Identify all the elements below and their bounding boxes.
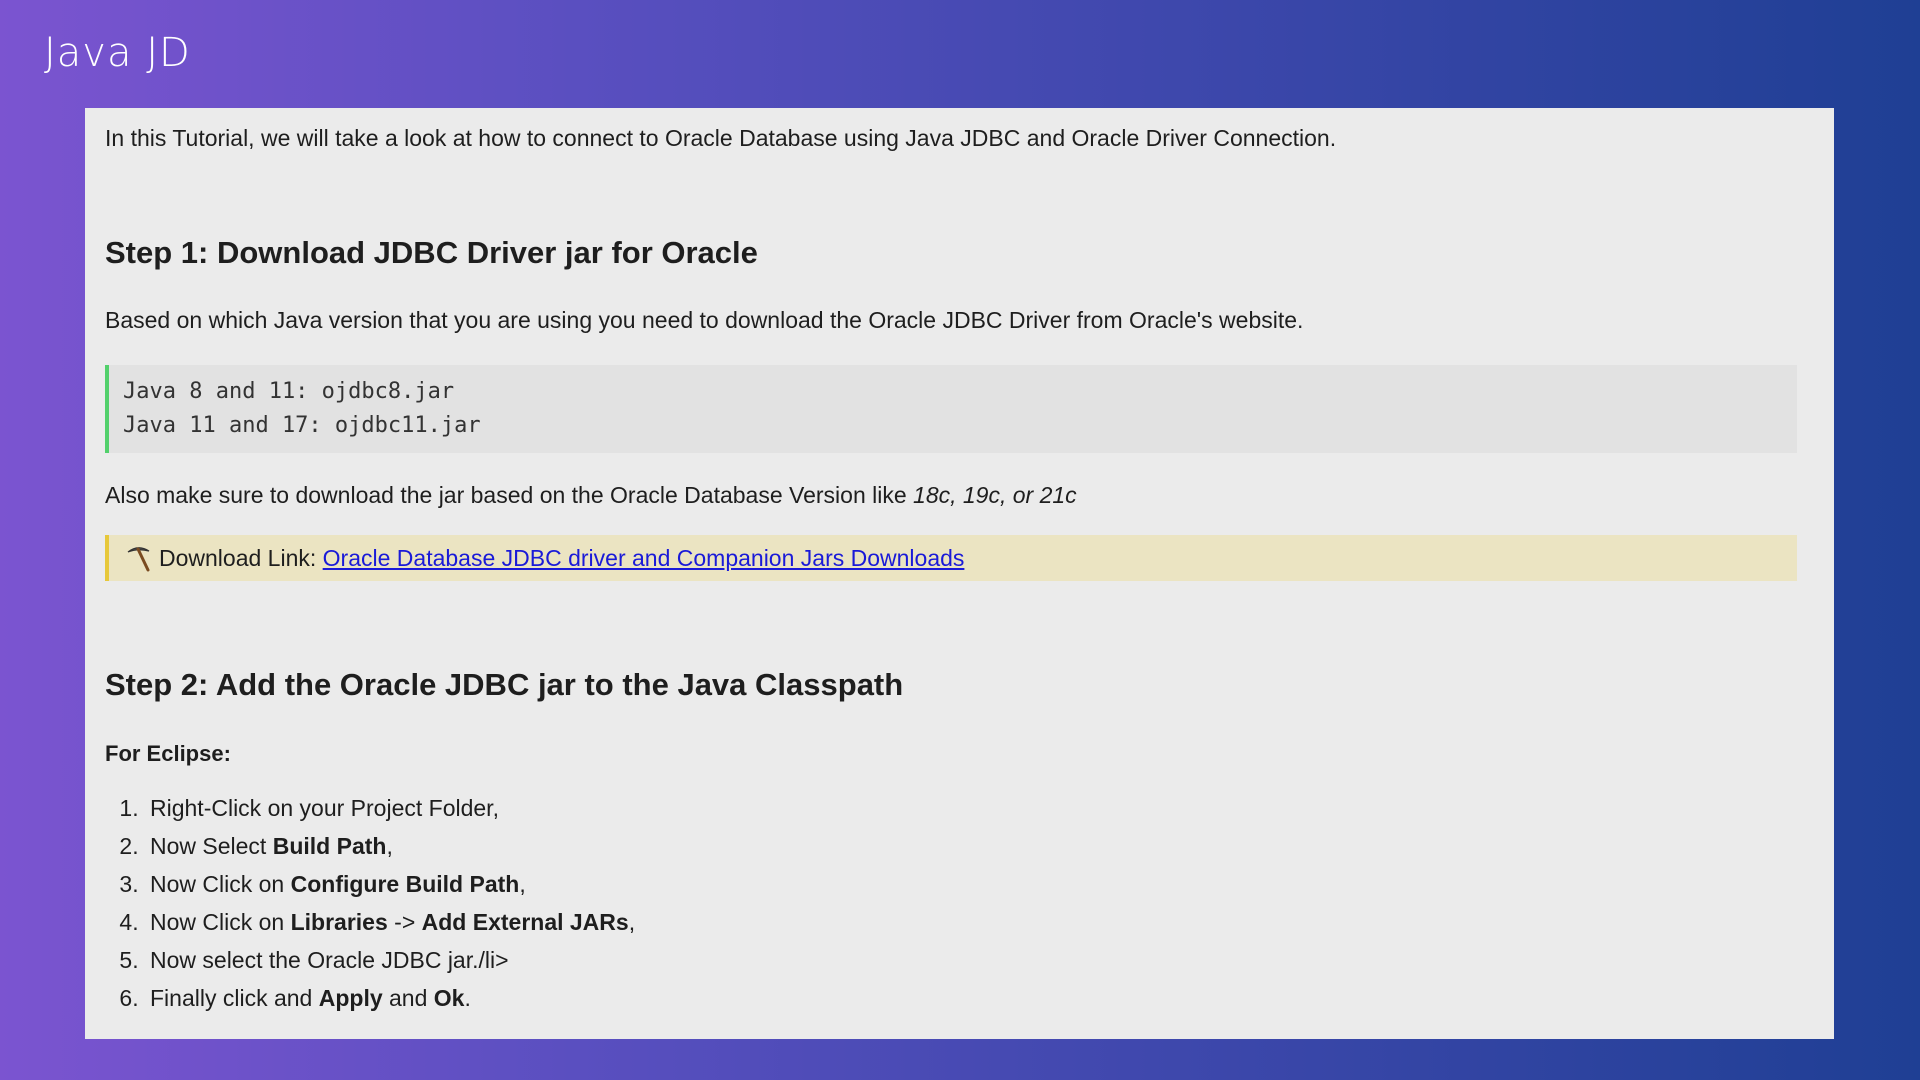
version-note-text: Also make sure to download the jar based…: [105, 481, 914, 508]
list-item: Right-Click on your Project Folder,: [145, 789, 1797, 827]
download-callout: Download Link: Oracle Database JDBC driv…: [105, 534, 1797, 581]
code-line: Java 8 and 11: ojdbc8.jar: [123, 378, 455, 404]
eclipse-subheading: For Eclipse:: [105, 741, 231, 767]
list-item: Finally click and Apply and Ok.: [145, 979, 1797, 1017]
slide-title: Java JD: [44, 30, 191, 76]
code-block: Java 8 and 11: ojdbc8.jar Java 11 and 17…: [105, 364, 1797, 453]
article-panel: In this Tutorial, we will take a look at…: [85, 108, 1834, 1039]
code-line: Java 11 and 17: ojdbc11.jar: [123, 412, 481, 438]
intro-paragraph: In this Tutorial, we will take a look at…: [105, 125, 1337, 151]
step2-heading: Step 2: Add the Oracle JDBC jar to the J…: [105, 666, 904, 702]
list-item: Now Click on Libraries -> Add External J…: [145, 903, 1797, 941]
step1-heading: Step 1: Download JDBC Driver jar for Ora…: [105, 235, 758, 271]
download-label: Download Link:: [159, 544, 323, 571]
list-item: Now select the Oracle JDBC jar./li>: [145, 941, 1797, 979]
list-item: Now Click on Configure Build Path,: [145, 865, 1797, 903]
pick-icon: [123, 543, 153, 573]
version-note: Also make sure to download the jar based…: [105, 479, 1797, 511]
version-list: 18c, 19c, or 21c: [913, 481, 1077, 508]
list-item: Now Select Build Path,: [145, 827, 1797, 865]
eclipse-steps-list: Right-Click on your Project Folder, Now …: [105, 789, 1797, 1017]
download-link[interactable]: Oracle Database JDBC driver and Companio…: [323, 543, 965, 573]
step1-description: Based on which Java version that you are…: [105, 307, 1304, 334]
